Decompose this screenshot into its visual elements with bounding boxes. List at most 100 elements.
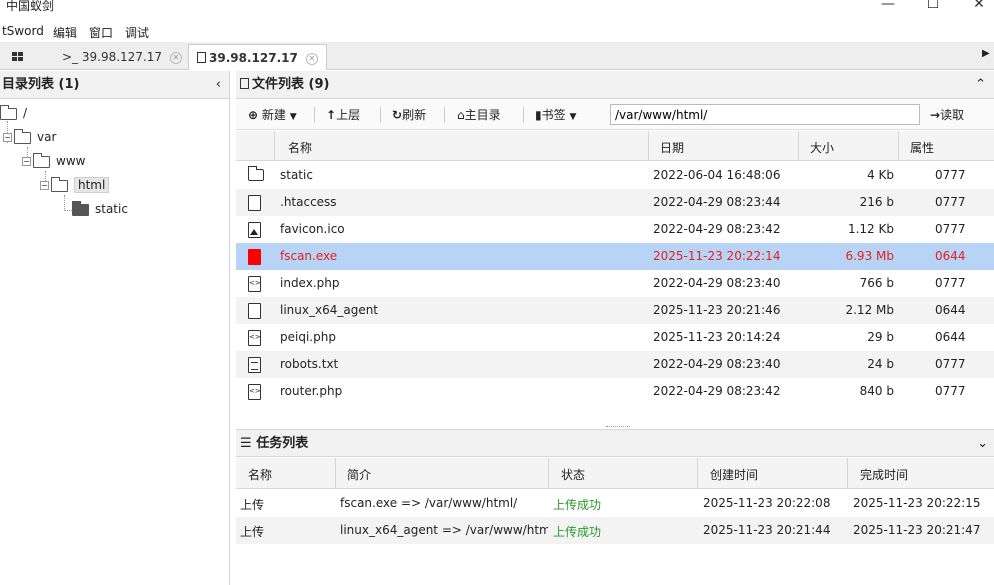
task-name: 上传 <box>240 498 265 512</box>
window-title: 中国蚁剑 <box>6 0 55 13</box>
tab-home[interactable] <box>4 44 50 70</box>
file-row[interactable]: index.php 2022-04-29 08:23:40 766 b 0777 <box>236 270 994 297</box>
menu-item-app[interactable]: tSword <box>2 24 44 38</box>
file-attr: 0644 <box>935 330 966 344</box>
file-row[interactable]: robots.txt 2022-04-29 08:23:40 24 b 0777 <box>236 351 994 378</box>
tree-item-var[interactable]: − var <box>3 128 56 146</box>
code-file-icon <box>248 384 261 400</box>
file-row[interactable]: favicon.ico 2022-04-29 08:23:42 1.12 Kb 077… <box>236 216 994 243</box>
tab-file-manager[interactable]: 39.98.127.17 ✕ <box>188 44 327 70</box>
task-column-desc[interactable]: 简介 <box>347 466 371 483</box>
close-button[interactable]: ✕ <box>969 0 989 14</box>
tree-item-label: var <box>37 130 57 144</box>
tree-item-www[interactable]: − www <box>22 152 85 170</box>
tree-item-html[interactable]: − html <box>40 176 110 194</box>
file-attr: 0777 <box>935 276 966 290</box>
file-row[interactable]: peiqi.php 2025-11-23 20:14:24 29 b 0644 <box>236 324 994 351</box>
task-name: 上传 <box>240 525 265 539</box>
file-date: 2022-04-29 08:23:44 <box>653 195 781 209</box>
path-input[interactable] <box>610 104 920 125</box>
task-desc: linux_x64_agent => /var/www/html/ <box>340 523 548 537</box>
task-done: 2025-11-23 20:22:15 <box>853 496 981 510</box>
file-name: linux_x64_agent <box>280 303 379 317</box>
column-attr[interactable]: 属性 <box>910 139 934 156</box>
column-name[interactable]: 名称 <box>288 139 312 156</box>
minimize-button[interactable]: — <box>878 0 898 14</box>
file-date: 2025-11-23 20:21:46 <box>653 303 781 317</box>
file-name: peiqi.php <box>280 330 336 344</box>
file-size: 6.93 Mb <box>845 249 894 263</box>
read-button[interactable]: →读取 <box>930 106 964 123</box>
task-column-status[interactable]: 状态 <box>561 466 585 483</box>
collapse-tree-icon[interactable]: − <box>40 181 49 190</box>
task-column-created[interactable]: 创建时间 <box>710 466 758 483</box>
file-attr: 0777 <box>935 384 966 398</box>
collapse-tree-icon[interactable]: − <box>3 133 12 142</box>
file-panel-title: 文件列表 (9) <box>252 77 330 92</box>
tab-bar: >_ 39.98.127.17 ✕ 39.98.127.17 ✕ ▶ <box>0 42 994 70</box>
code-file-icon <box>248 330 261 346</box>
folder-icon <box>248 166 264 181</box>
new-button[interactable]: ⊕ 新建 ▼ <box>248 106 297 123</box>
task-row[interactable]: 上传 fscan.exe => /var/www/html/上传成功 2025-11… <box>236 490 994 517</box>
collapse-left-icon[interactable]: ‹ <box>216 71 221 99</box>
tab-terminal[interactable]: >_ 39.98.127.17 ✕ <box>54 44 190 70</box>
tree-item-label: www <box>56 154 86 168</box>
bookmark-button[interactable]: ▮书签 ▼ <box>535 106 576 123</box>
file-size: 24 b <box>867 357 894 371</box>
file-size: 4 Kb <box>867 168 894 182</box>
folder-icon <box>33 152 50 168</box>
menu-item-edit[interactable]: 编辑 <box>53 24 77 41</box>
file-row[interactable]: static 2022-06-04 16:48:06 4 Kb 0777 <box>236 162 994 189</box>
file-date: 2022-04-29 08:23:42 <box>653 384 781 398</box>
file-name: .htaccess <box>280 195 337 209</box>
file-panel: 文件列表 (9) ⌃ ⊕ 新建 ▼ ↑上层 ↻刷新 ⌂主目录 ▮书签 ▼ →读取… <box>236 71 994 585</box>
file-row[interactable]: linux_x64_agent 2025-11-23 20:21:46 2.12 M… <box>236 297 994 324</box>
menu-item-window[interactable]: 窗口 <box>89 24 113 41</box>
column-size[interactable]: 大小 <box>810 139 834 156</box>
collapse-tasks-icon[interactable]: ⌄ <box>977 430 988 458</box>
folder-icon <box>72 200 89 216</box>
file-attr: 0777 <box>935 357 966 371</box>
folder-icon <box>14 128 31 144</box>
file-name: router.php <box>280 384 343 398</box>
collapse-tree-icon[interactable]: − <box>22 157 31 166</box>
file-date: 2025-11-23 20:14:24 <box>653 330 781 344</box>
file-size: 840 b <box>859 384 894 398</box>
refresh-button[interactable]: ↻刷新 <box>392 106 426 123</box>
file-row[interactable]: .htaccess 2022-04-29 08:23:44 216 b 0777 <box>236 189 994 216</box>
file-name: static <box>280 168 313 182</box>
caret-down-icon: ▼ <box>569 112 577 122</box>
arrow-right-icon: → <box>930 108 941 122</box>
arrow-up-icon: ↑ <box>326 108 337 122</box>
maximize-button[interactable]: ☐ <box>923 0 943 14</box>
column-date[interactable]: 日期 <box>660 139 684 156</box>
task-column-done[interactable]: 完成时间 <box>860 466 908 483</box>
executable-file-icon <box>248 249 261 265</box>
directory-panel-header: 目录列表 (1) ‹ <box>0 71 229 99</box>
collapse-files-icon[interactable]: ⌃ <box>975 71 986 99</box>
file-date: 2022-06-04 16:48:06 <box>653 168 781 182</box>
title-bar: 中国蚁剑 — ☐ ✕ <box>0 0 994 14</box>
task-column-name[interactable]: 名称 <box>248 466 272 483</box>
file-attr: 0644 <box>935 303 966 317</box>
file-attr: 0644 <box>935 249 966 263</box>
close-icon[interactable]: ✕ <box>305 52 318 65</box>
file-name: index.php <box>280 276 340 290</box>
tree-item-static[interactable]: static <box>72 200 128 218</box>
home-button[interactable]: ⌂主目录 <box>457 106 501 123</box>
file-row[interactable]: router.php 2022-04-29 08:23:42 840 b 0777 <box>236 378 994 405</box>
file-row[interactable]: fscan.exe 2025-11-23 20:22:14 6.93 Mb 0644 <box>236 243 994 270</box>
tree-item-label: static <box>95 202 128 216</box>
close-icon[interactable]: ✕ <box>170 51 183 64</box>
tree-item-label: / <box>23 106 28 120</box>
up-button[interactable]: ↑上层 <box>326 106 360 123</box>
file-size: 29 b <box>867 330 894 344</box>
task-row[interactable]: 上传 linux_x64_agent => /var/www/html/上传成功 2… <box>236 517 994 544</box>
file-attr: 0777 <box>935 222 966 236</box>
menu-item-debug[interactable]: 调试 <box>125 24 149 41</box>
tree-item-root[interactable]: / <box>0 104 27 122</box>
scroll-right-icon[interactable]: ▶ <box>982 48 990 59</box>
file-panel-header: 文件列表 (9) ⌃ <box>236 71 994 99</box>
file-date: 2022-04-29 08:23:40 <box>653 276 781 290</box>
